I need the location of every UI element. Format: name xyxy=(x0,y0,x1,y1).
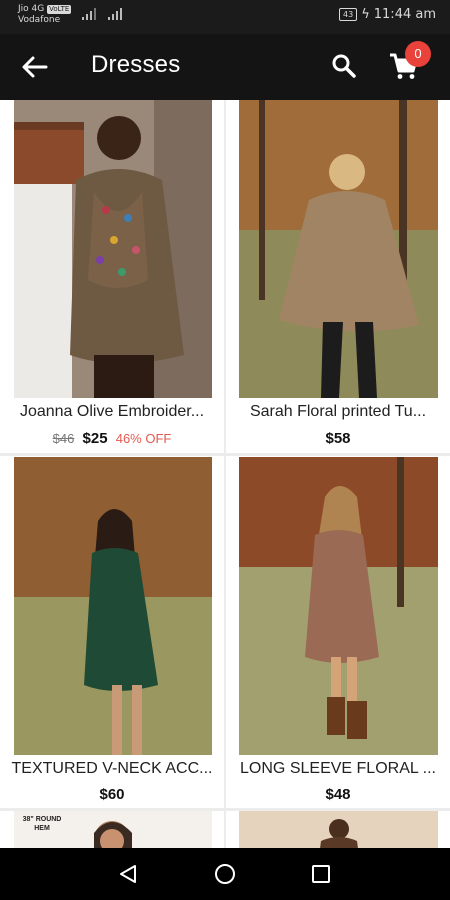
price-row: $60 xyxy=(0,786,224,803)
search-icon[interactable] xyxy=(331,53,357,79)
product-grid: Joanna Olive Embroider... $46 $25 46% OF… xyxy=(0,100,450,848)
clock: 11:44 am xyxy=(373,7,436,22)
signal-icon xyxy=(82,8,122,20)
sale-price: $58 xyxy=(325,430,351,447)
product-image[interactable] xyxy=(14,457,212,755)
product-image[interactable] xyxy=(239,457,438,755)
status-right: 43 ϟ 11:44 am xyxy=(339,7,436,22)
charging-icon: ϟ xyxy=(361,7,370,22)
price-row: $46 $25 46% OFF xyxy=(0,430,224,447)
system-nav-bar xyxy=(0,848,450,900)
product-name: TEXTURED V-NECK ACC... xyxy=(11,760,213,777)
volte-tag: VoLTE xyxy=(47,5,72,14)
cart-count-badge: 0 xyxy=(405,41,431,67)
product-card[interactable] xyxy=(226,811,450,848)
status-bar: Jio 4G VoLTE Vodafone 43 ϟ 11:44 am xyxy=(0,0,450,34)
nav-home-icon[interactable] xyxy=(213,862,237,886)
original-price: $46 xyxy=(52,431,75,446)
carrier-2: Vodafone xyxy=(18,15,61,25)
product-card[interactable]: TEXTURED V-NECK ACC... $60 xyxy=(0,456,224,808)
product-card[interactable]: Sarah Floral printed Tu... $58 xyxy=(226,100,450,453)
page-title: Dresses xyxy=(91,51,181,78)
battery-icon: 43 xyxy=(339,8,358,21)
nav-back-icon[interactable] xyxy=(116,862,140,886)
product-name: Joanna Olive Embroider... xyxy=(19,403,205,420)
round-hem-label: 38" ROUND HEM xyxy=(22,816,62,832)
product-card[interactable]: LONG SLEEVE FLORAL ... $48 xyxy=(226,456,450,808)
sale-price: $48 xyxy=(325,786,351,803)
carrier-info: Jio 4G VoLTE Vodafone xyxy=(18,4,72,26)
sale-price: $25 xyxy=(82,430,108,447)
product-image[interactable] xyxy=(239,100,438,398)
sale-price: $60 xyxy=(99,786,125,803)
product-name: Sarah Floral printed Tu... xyxy=(249,403,427,420)
product-card[interactable]: Joanna Olive Embroider... $46 $25 46% OF… xyxy=(0,100,224,453)
product-card[interactable]: 38" ROUND HEM xyxy=(0,811,224,848)
product-name: LONG SLEEVE FLORAL ... xyxy=(240,760,436,777)
app-toolbar: Dresses 0 xyxy=(0,34,450,100)
price-row: $48 xyxy=(226,786,450,803)
discount-label: 46% OFF xyxy=(115,431,172,446)
product-image[interactable] xyxy=(14,100,212,398)
price-row: $58 xyxy=(226,430,450,447)
carrier-1: Jio 4G xyxy=(18,4,45,14)
product-image[interactable] xyxy=(239,811,438,848)
back-arrow-icon[interactable] xyxy=(20,52,50,82)
nav-recents-icon[interactable] xyxy=(309,862,333,886)
